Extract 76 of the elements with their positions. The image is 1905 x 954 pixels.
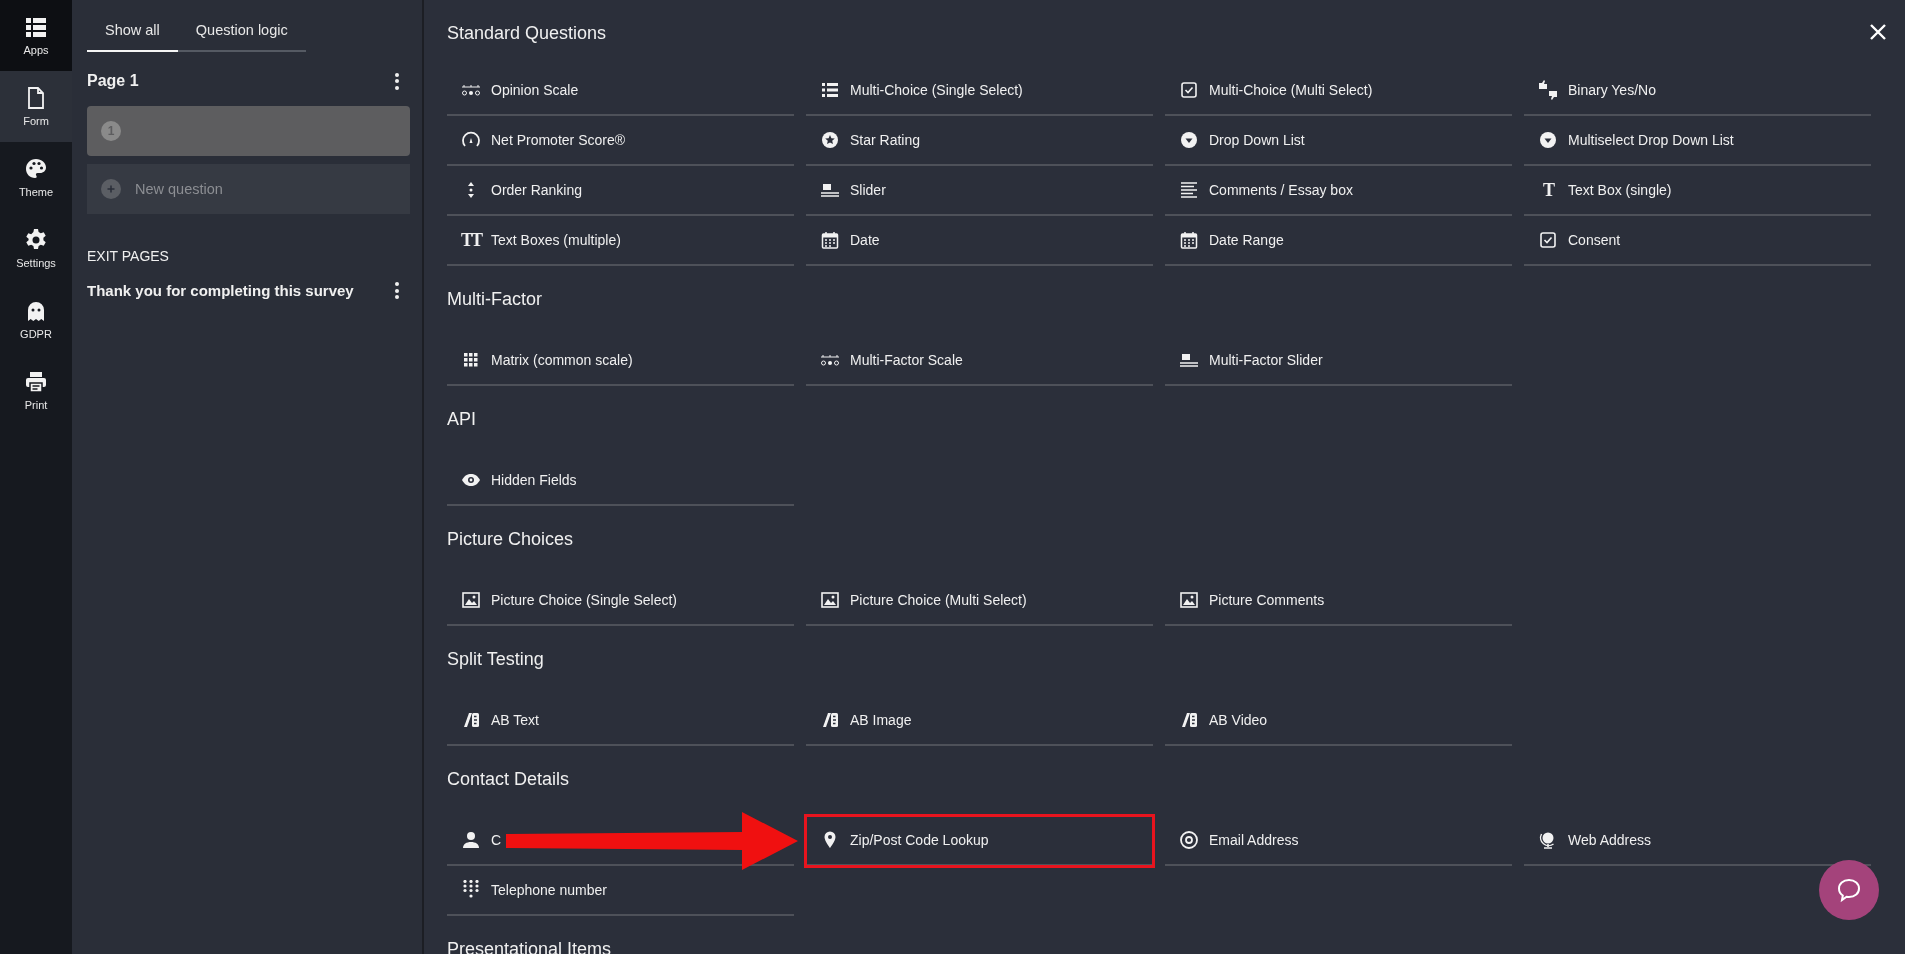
text-lines-icon	[1179, 180, 1199, 200]
dropdown-icon	[1538, 130, 1558, 150]
question-type-item[interactable]: Order Ranking	[447, 166, 794, 216]
section-heading: Contact Details	[447, 767, 570, 791]
section-heading: EXIT PAGES	[87, 248, 170, 264]
question-type-item[interactable]: Binary Yes/No	[1524, 66, 1871, 116]
question-type-item[interactable]: Slider	[806, 166, 1153, 216]
question-type-item[interactable]: Multiselect Drop Down List	[1524, 116, 1871, 166]
image-icon	[461, 590, 481, 610]
new-question-button[interactable]: New question	[87, 164, 410, 214]
list-icon	[820, 80, 840, 100]
section-heading: Multi-Factor	[447, 287, 542, 311]
text-icon: T	[1538, 179, 1558, 201]
question-type-item[interactable]: Date	[806, 216, 1153, 266]
page-title: Page 1	[87, 72, 139, 90]
thumbs-icon	[1538, 80, 1558, 100]
question-type-item[interactable]: AB Image	[806, 696, 1153, 746]
question-type-item[interactable]: Multi-Factor Scale	[806, 336, 1153, 386]
question-type-item[interactable]: AB Video	[1165, 696, 1512, 746]
section-heading: Presentational Items	[447, 937, 612, 954]
calendar-icon	[1179, 230, 1199, 250]
checkbox-icon	[1538, 230, 1558, 250]
split-icon	[820, 710, 840, 730]
question-type-item[interactable]: Email Address	[1165, 816, 1512, 866]
sidebar-item[interactable]: GDPR	[0, 284, 72, 355]
question-type-item[interactable]: Date Range	[1165, 216, 1512, 266]
question-type-item[interactable]: Star Rating	[806, 116, 1153, 166]
person-icon	[461, 830, 481, 850]
question-type-item[interactable]: Matrix (common scale)	[447, 336, 794, 386]
exit-page-title[interactable]: Thank you for completing this survey	[87, 282, 354, 299]
settings-icon	[24, 228, 48, 252]
image-icon	[1179, 590, 1199, 610]
section-heading: Picture Choices	[447, 527, 574, 551]
question-type-item[interactable]: Picture Comments	[1165, 576, 1512, 626]
section-heading: Standard Questions	[447, 21, 607, 45]
split-icon	[461, 710, 481, 730]
question-type-item[interactable]: Opinion Scale	[447, 66, 794, 116]
calendar-icon	[820, 230, 840, 250]
question-type-item[interactable]: Net Promoter Score®	[447, 116, 794, 166]
chat-button[interactable]	[1819, 860, 1879, 920]
sidebar-item[interactable]: Form	[0, 71, 72, 142]
sidebar-item[interactable]: Theme	[0, 142, 72, 213]
split-icon	[1179, 710, 1199, 730]
question-type-item[interactable]: Picture Choice (Single Select)	[447, 576, 794, 626]
section-heading: API	[447, 407, 476, 431]
plus-icon	[101, 179, 121, 199]
image-icon	[820, 590, 840, 610]
close-icon[interactable]	[1868, 22, 1888, 42]
question-type-item[interactable]: Multi-Factor Slider	[1165, 336, 1512, 386]
question-type-item[interactable]: Comments / Essay box	[1165, 166, 1512, 216]
palette-icon	[24, 157, 48, 181]
question-type-item[interactable]: TT Text Boxes (multiple)	[447, 216, 794, 266]
question-type-item[interactable]: Telephone number	[447, 866, 794, 916]
section-heading: Split Testing	[447, 647, 544, 671]
sidebar-item[interactable]: Apps	[0, 0, 72, 71]
keypad-icon	[461, 880, 481, 900]
list-icon	[24, 15, 48, 39]
question-type-item[interactable]: Multi-Choice (Single Select)	[806, 66, 1153, 116]
question-type-item[interactable]: Picture Choice (Multi Select)	[806, 576, 1153, 626]
text-icon: TT	[461, 229, 481, 251]
question-type-item[interactable]: Zip/Post Code Lookup	[806, 816, 1153, 866]
dropdown-icon	[1179, 130, 1199, 150]
chat-icon	[1836, 877, 1862, 903]
question-type-item[interactable]: Multi-Choice (Multi Select)	[1165, 66, 1512, 116]
question-type-item[interactable]: T Text Box (single)	[1524, 166, 1871, 216]
tab[interactable]: Show all	[87, 16, 178, 52]
checkbox-icon	[1179, 80, 1199, 100]
sidebar-item[interactable]: Print	[0, 355, 72, 426]
tab[interactable]: Question logic	[177, 16, 306, 52]
question-type-item[interactable]: Drop Down List	[1165, 116, 1512, 166]
question-type-item[interactable]: Consent	[1524, 216, 1871, 266]
question-type-item[interactable]: Hidden Fields	[447, 456, 794, 506]
question-type-item[interactable]: AB Text	[447, 696, 794, 746]
grid-icon	[461, 350, 481, 370]
printer-icon	[24, 370, 48, 394]
sidebar-item[interactable]: Settings	[0, 213, 72, 284]
